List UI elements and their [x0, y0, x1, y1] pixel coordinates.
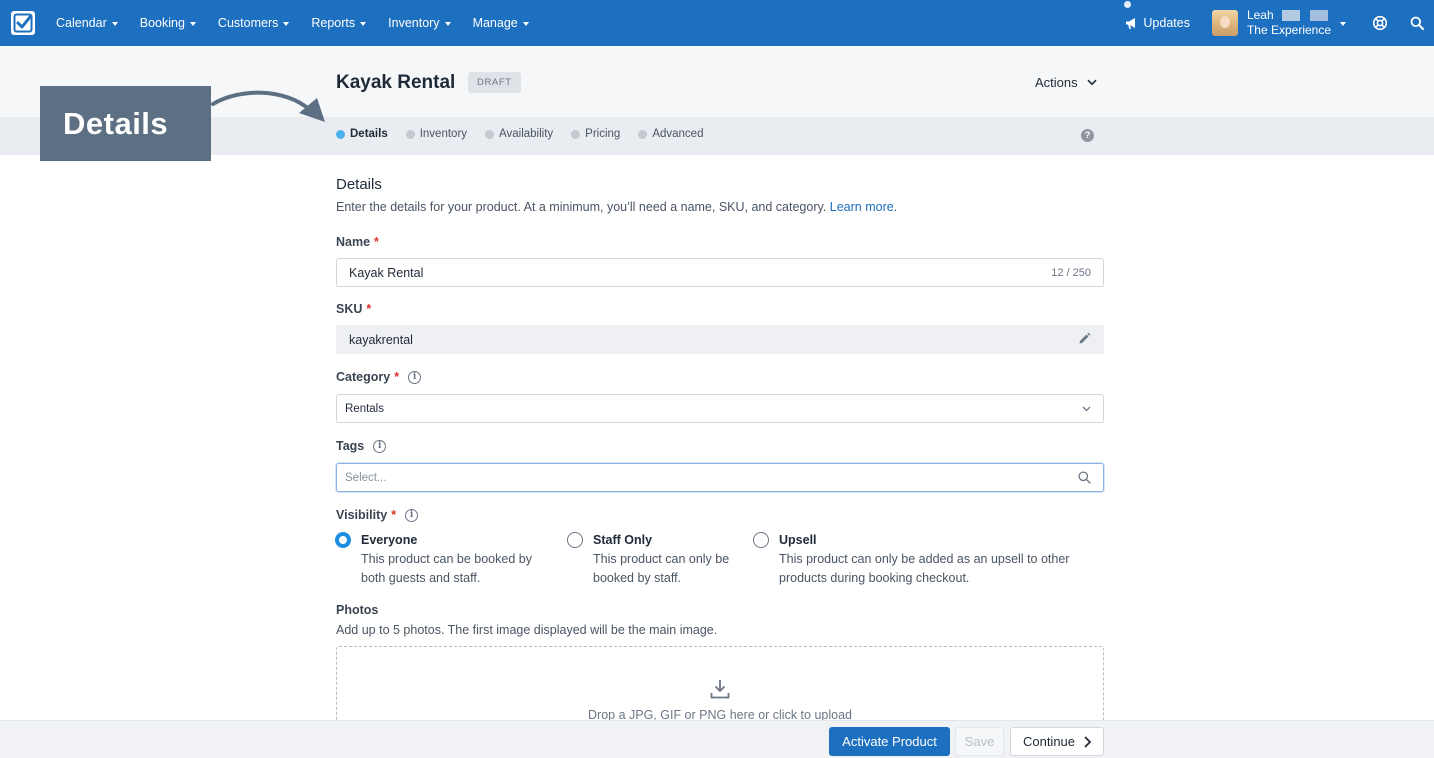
download-tray-icon	[710, 680, 730, 699]
tab-pricing[interactable]: Pricing	[571, 128, 620, 140]
tab-availability[interactable]: Availability	[485, 128, 553, 140]
top-nav-bar: Calendar Booking Customers Reports Inven…	[0, 0, 1434, 46]
step-dot-icon	[336, 129, 345, 139]
visibility-label: Visibility * i	[336, 508, 419, 522]
caret-down-icon	[283, 21, 290, 26]
info-icon[interactable]: i	[408, 370, 422, 384]
caret-down-icon	[444, 21, 451, 26]
radio-everyone[interactable]	[335, 532, 351, 548]
caret-down-icon	[111, 21, 118, 26]
category-label: Category * i	[336, 370, 422, 384]
visibility-option-everyone[interactable]: Everyone This product can be booked by bo…	[335, 532, 532, 588]
required-asterisk: *	[391, 508, 397, 522]
info-icon[interactable]: i	[373, 439, 387, 453]
radio-upsell[interactable]	[753, 532, 769, 548]
user-name: Leah	[1246, 8, 1274, 22]
photos-label: Photos	[336, 603, 379, 617]
footer-action-bar	[0, 720, 1434, 758]
tab-advanced[interactable]: Advanced	[638, 128, 703, 140]
actions-dropdown[interactable]: Actions	[1035, 75, 1097, 90]
nav-customers[interactable]: Customers	[207, 0, 300, 46]
updates-button[interactable]: Updates	[1124, 1, 1190, 30]
nav-right-area: Updates Leah The Experience	[1124, 0, 1434, 46]
callout-arrow-icon	[211, 90, 325, 122]
search-icon[interactable]	[1410, 16, 1424, 30]
tags-input[interactable]: Select...	[336, 463, 1104, 492]
caret-down-icon	[189, 21, 196, 26]
redacted-block	[1281, 10, 1300, 21]
step-dot-icon	[485, 129, 495, 139]
step-dot-icon	[405, 129, 415, 139]
step-dot-icon	[571, 129, 581, 139]
caret-down-icon	[1340, 22, 1346, 26]
name-label: Name *	[336, 235, 379, 249]
info-icon[interactable]: i	[405, 508, 419, 522]
megaphone-icon	[1126, 17, 1136, 29]
status-badge: DRAFT	[468, 72, 521, 93]
caret-down-icon	[360, 21, 367, 26]
activate-product-button[interactable]: Activate Product	[829, 727, 950, 756]
nav-booking[interactable]: Booking	[129, 0, 207, 46]
pencil-edit-icon[interactable]	[1078, 332, 1091, 348]
required-asterisk: *	[366, 302, 372, 316]
visibility-option-upsell[interactable]: Upsell This product can only be added as…	[753, 532, 1069, 588]
continue-button[interactable]: Continue	[1010, 727, 1104, 756]
character-counter: 12 / 250	[1051, 266, 1091, 279]
tab-details[interactable]: Details	[336, 128, 388, 140]
required-asterisk: *	[394, 370, 400, 384]
nav-reports[interactable]: Reports	[300, 0, 377, 46]
required-asterisk: *	[374, 235, 379, 249]
section-description: Enter the details for your product. At a…	[336, 200, 898, 214]
chevron-down-icon	[1087, 79, 1097, 86]
photos-description: Add up to 5 photos. The first image disp…	[336, 623, 718, 637]
save-button[interactable]: Save	[955, 727, 1004, 756]
nav-inventory[interactable]: Inventory	[377, 0, 461, 46]
user-menu[interactable]: Leah The Experience	[1211, 8, 1346, 38]
learn-more-link[interactable]: Learn more	[830, 200, 894, 214]
radio-staff-only[interactable]	[567, 532, 583, 548]
notification-dot-icon	[1124, 1, 1132, 8]
name-input[interactable]: Kayak Rental 12 / 250	[336, 258, 1104, 287]
section-title: Details	[336, 176, 382, 193]
search-icon	[1078, 471, 1091, 484]
callout-label: Details	[40, 86, 211, 161]
nav-manage[interactable]: Manage	[462, 0, 540, 46]
step-tabs: Details Inventory Availability Pricing A…	[336, 128, 721, 140]
app-logo-checkmark-icon[interactable]	[11, 11, 35, 35]
page-title: Kayak Rental	[336, 72, 456, 93]
sku-label: SKU *	[336, 302, 372, 316]
avatar	[1211, 10, 1238, 36]
tags-label: Tags i	[336, 439, 387, 453]
user-org: The Experience	[1246, 23, 1331, 37]
chevron-down-icon	[1082, 406, 1091, 411]
sku-input[interactable]: kayakrental	[336, 325, 1104, 354]
main-nav-menu: Calendar Booking Customers Reports Inven…	[45, 0, 540, 46]
lifebuoy-help-icon[interactable]	[1372, 15, 1388, 31]
visibility-option-staff-only[interactable]: Staff Only This product can only be booke…	[567, 532, 729, 588]
tab-inventory[interactable]: Inventory	[405, 128, 467, 140]
nav-calendar[interactable]: Calendar	[45, 0, 129, 46]
question-help-icon[interactable]: ?	[1081, 129, 1094, 142]
caret-down-icon	[522, 21, 529, 26]
redacted-block	[1309, 10, 1328, 21]
category-select[interactable]: Rentals	[336, 394, 1104, 423]
chevron-right-icon	[1084, 735, 1092, 748]
step-dot-icon	[638, 129, 648, 139]
